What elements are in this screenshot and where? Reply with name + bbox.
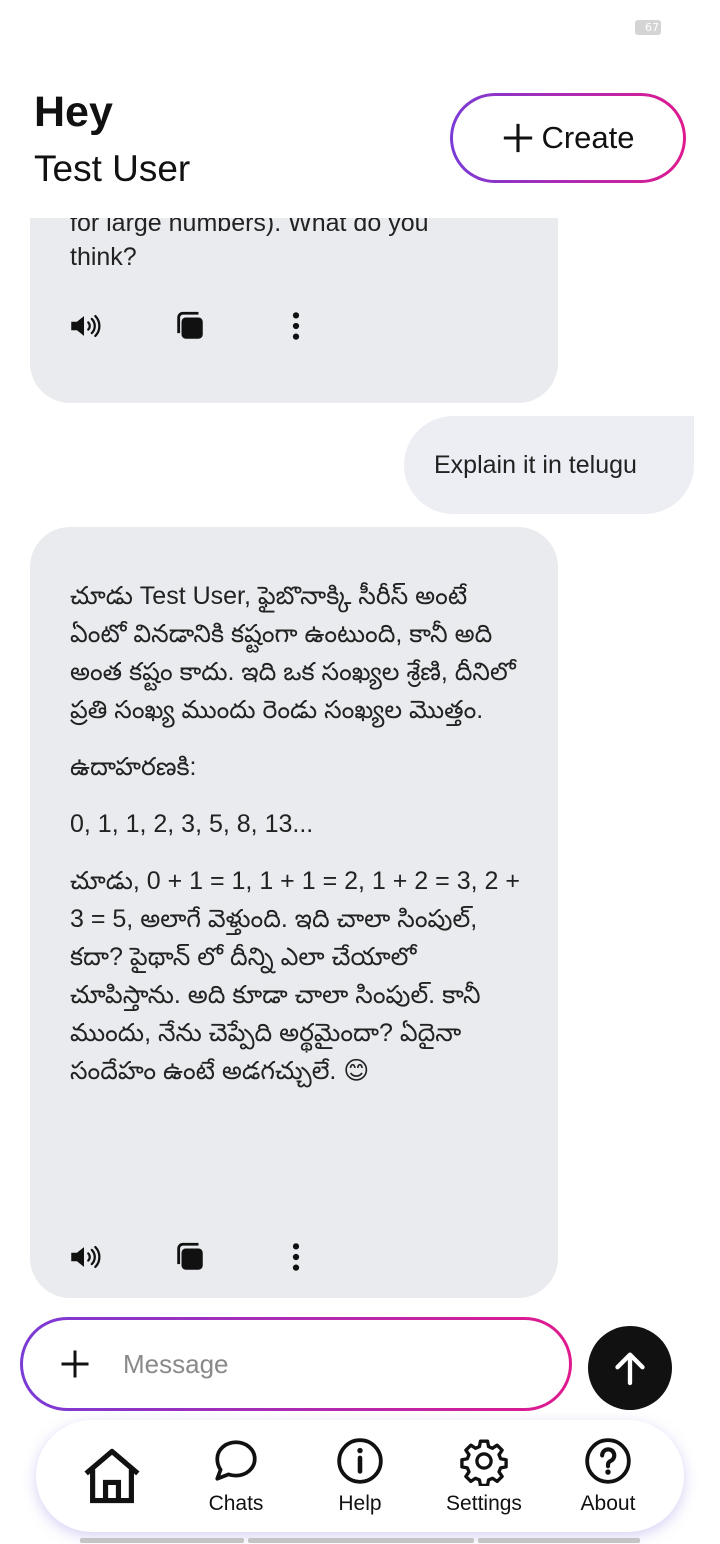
ai-message-text: చూడు Test User, ఫైబొనాక్కి సీరీస్ అంటే ఏ… — [70, 582, 520, 1085]
nav-chats[interactable]: Chats — [181, 1436, 291, 1516]
message-actions — [66, 1239, 384, 1275]
copy-button[interactable] — [172, 308, 208, 344]
user-message-text: Explain it in telugu — [434, 450, 637, 479]
greeting-title: Hey — [34, 88, 113, 136]
nav-settings-label: Settings — [446, 1492, 522, 1515]
message-composer — [20, 1317, 572, 1411]
user-name: Test User — [34, 148, 191, 189]
more-vertical-icon — [292, 312, 300, 340]
gesture-handle — [478, 1538, 640, 1543]
attach-plus-icon[interactable] — [57, 1346, 93, 1382]
nav-about-label: About — [580, 1492, 636, 1515]
nav-home[interactable] — [57, 1445, 167, 1507]
more-options-button[interactable] — [278, 1239, 314, 1275]
home-icon — [84, 1448, 140, 1504]
message-input[interactable] — [123, 1348, 523, 1380]
nav-chats-label: Chats — [208, 1492, 264, 1515]
plus-icon — [504, 123, 533, 153]
speaker-button[interactable] — [66, 308, 102, 344]
ai-message-bubble: చూడు Test User, ఫైబొనాక్కి సీరీస్ అంటే ఏ… — [30, 527, 558, 1298]
gesture-handle — [248, 1538, 474, 1543]
copy-button[interactable] — [172, 1239, 208, 1275]
nav-help[interactable]: Help — [305, 1436, 415, 1516]
more-vertical-icon — [292, 1243, 300, 1271]
speaker-button[interactable] — [66, 1239, 102, 1275]
speaker-icon — [71, 1245, 101, 1269]
gesture-handle — [80, 1538, 244, 1543]
chat-icon — [215, 1440, 257, 1481]
speaker-icon — [71, 314, 101, 338]
nav-settings[interactable]: Settings — [429, 1436, 539, 1516]
question-icon — [585, 1438, 631, 1484]
user-message-bubble: Explain it in telugu — [404, 416, 694, 514]
gear-icon — [460, 1439, 508, 1486]
send-button[interactable] — [588, 1326, 672, 1410]
arrow-up-icon — [615, 1352, 645, 1386]
create-button[interactable]: Create — [450, 93, 686, 183]
more-options-button[interactable] — [278, 308, 314, 344]
copy-icon — [177, 311, 203, 339]
ai-message-bubble: for large numbers). What do you think? — [30, 218, 558, 403]
info-icon — [337, 1438, 383, 1484]
battery-indicator: 67 — [635, 20, 661, 35]
bottom-navigation: Chats Help Settings About — [36, 1420, 684, 1532]
nav-about[interactable]: About — [553, 1436, 663, 1516]
create-button-label: Create — [541, 120, 635, 155]
copy-icon — [177, 1242, 203, 1270]
message-actions — [66, 308, 384, 344]
chat-scroll-area[interactable]: for large numbers). What do you think? E… — [0, 218, 720, 1308]
ai-message-text: for large numbers). What do you think? — [70, 218, 429, 271]
nav-help-label: Help — [338, 1492, 382, 1515]
